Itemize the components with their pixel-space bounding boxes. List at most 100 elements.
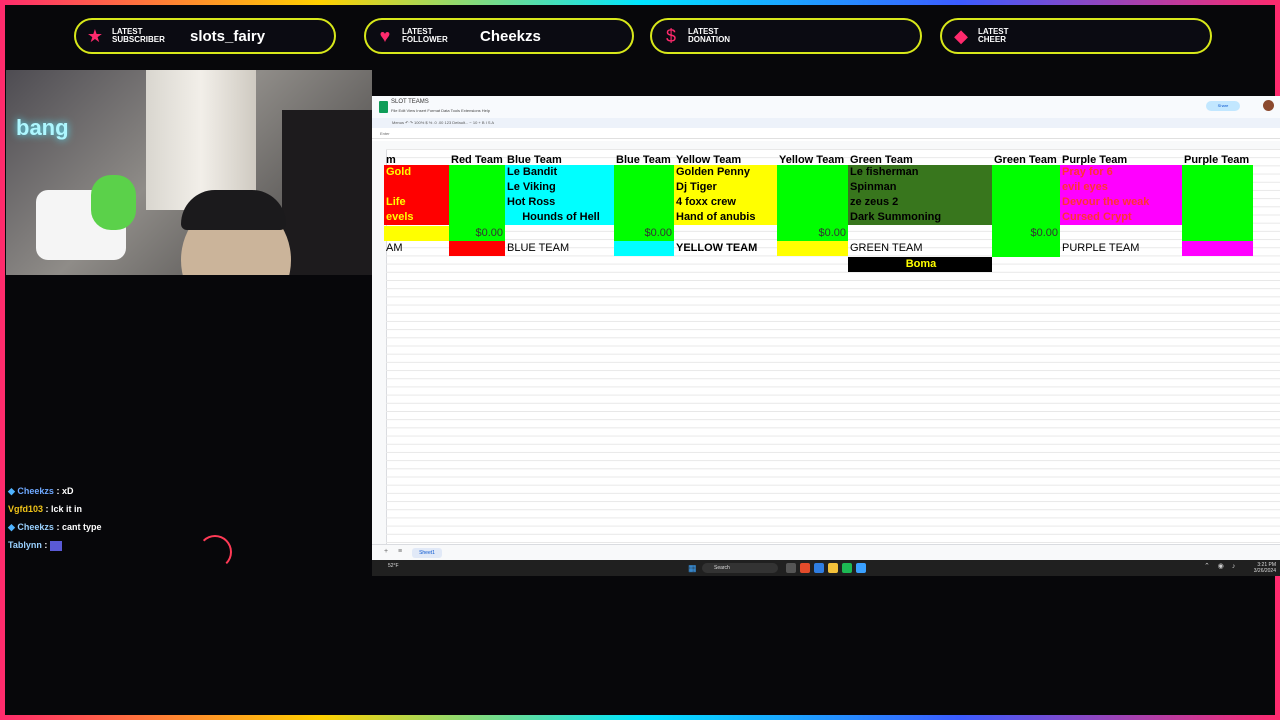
latest-follower-value: Cheekzs	[480, 27, 541, 45]
chat-user: Vgfd103	[8, 504, 44, 514]
all-sheets-icon[interactable]: ≡	[398, 548, 402, 555]
streamer-cap	[181, 190, 286, 230]
chat-user: Cheekzs	[17, 486, 54, 496]
sheet-titlebar: SLOT TEAMS File Edit View Insert Format …	[372, 96, 1280, 118]
amount-cell[interactable]: $0.00	[449, 226, 505, 241]
chat-text: : cant type	[56, 522, 102, 532]
taskbar: 52°F ▦ Search ⌃ ◉ ♪ 3:21 PM 3/26/2024	[372, 560, 1280, 576]
magenta-cell	[1182, 241, 1253, 256]
purple-item[interactable]: evil eyes	[1060, 180, 1182, 195]
team-label[interactable]: YELLOW TEAM	[674, 241, 778, 256]
chat-overlay: ◆ Cheekzs : xD Vgfd103 : lck it in ◆ Che…	[8, 482, 308, 554]
yellow-cell	[384, 226, 449, 241]
toolbar[interactable]: Menus ↶ ↷ 100% $ % .0 .00 123 Default...…	[372, 118, 1280, 128]
webcam-plush	[91, 175, 136, 230]
add-sheet-icon[interactable]: +	[384, 548, 388, 555]
yellow-item[interactable]: 4 foxx crew	[674, 195, 778, 210]
pill-label-line2: SUBSCRIBER	[112, 35, 165, 44]
chrome-icon[interactable]	[800, 563, 810, 573]
team-label[interactable]: BLUE TEAM	[505, 241, 615, 256]
avatar[interactable]	[1263, 100, 1274, 111]
green-item[interactable]: ze zeus 2	[848, 195, 992, 210]
chat-user: Tablynn	[8, 540, 42, 550]
green-item[interactable]: Le fisherman	[848, 165, 992, 180]
taskbar-apps	[786, 563, 866, 573]
blue-item[interactable]: Hot Ross	[505, 195, 615, 210]
amount-cell[interactable]: $0.00	[614, 226, 674, 241]
latest-subscriber-value: slots_fairy	[190, 27, 266, 45]
red-item[interactable]: Gold	[384, 165, 448, 180]
team-label[interactable]: PURPLE TEAM	[1060, 241, 1182, 256]
chat-message: Tablynn :	[8, 536, 308, 554]
diamond-badge-icon: ◆	[8, 522, 18, 532]
red-item[interactable]: evels	[384, 210, 448, 225]
red-cell	[449, 241, 505, 256]
blue-item[interactable]: Le Viking	[505, 180, 615, 195]
latest-subscriber-pill: ★ LATEST SUBSCRIBER slots_fairy	[74, 18, 336, 54]
pill-label-line2: DONATION	[688, 35, 731, 44]
chat-user: Cheekzs	[17, 522, 54, 532]
green-item[interactable]: Spinman	[848, 180, 992, 195]
amount-cell[interactable]: $0.00	[992, 226, 1060, 241]
task-view-icon[interactable]	[786, 563, 796, 573]
webcam-window	[146, 70, 256, 210]
clock-date: 3/26/2024	[1253, 568, 1276, 574]
share-button[interactable]: Share	[1206, 101, 1240, 111]
latest-cheer-pill: ◆ LATEST CHEER	[940, 18, 1212, 54]
purple-item[interactable]: Pray for 6	[1060, 165, 1182, 180]
green-block	[992, 165, 1060, 257]
chat-message: ◆ Cheekzs : cant type	[8, 518, 308, 536]
chat-text: : xD	[56, 486, 74, 496]
neon-sign: bang	[16, 115, 69, 140]
webcam-feed: bang	[6, 70, 372, 275]
emote-icon	[49, 540, 62, 551]
folder-icon[interactable]	[828, 563, 838, 573]
blue-item[interactable]: Hounds of Hell	[505, 210, 615, 225]
chat-text: : lck it in	[45, 504, 83, 514]
purple-item[interactable]: Devour the weak	[1060, 195, 1182, 210]
yellow-cell	[777, 241, 848, 256]
yellow-item[interactable]: Golden Penny	[674, 165, 778, 180]
menu-bar[interactable]: File Edit View Insert Format Data Tools …	[391, 108, 490, 113]
pill-label-line2: CHEER	[978, 35, 1007, 44]
yellow-item[interactable]: Hand of anubis	[674, 210, 778, 225]
windows-start-icon[interactable]: ▦	[688, 563, 698, 573]
spotify-icon[interactable]	[842, 563, 852, 573]
doc-title[interactable]: SLOT TEAMS	[391, 99, 429, 105]
spreadsheet-window: SLOT TEAMS File Edit View Insert Format …	[372, 96, 1280, 561]
latest-follower-pill: ♥ LATEST FOLLOWER Cheekzs	[364, 18, 634, 54]
alert-bar: ★ LATEST SUBSCRIBER slots_fairy ♥ LATEST F…	[0, 0, 1280, 70]
formula-bar[interactable]: Enter	[372, 129, 1280, 139]
cyan-cell	[614, 241, 674, 256]
weather-widget[interactable]: 52°F	[388, 563, 399, 569]
taskbar-search[interactable]: Search	[702, 563, 778, 573]
team-label[interactable]: AM	[384, 241, 448, 256]
pill-label-line2: FOLLOWER	[402, 35, 448, 44]
red-item[interactable]: Life	[384, 195, 448, 210]
loading-spinner-icon	[198, 535, 232, 569]
latest-donation-pill: $ LATEST DONATION	[650, 18, 922, 54]
yellow-item[interactable]: Dj Tiger	[674, 180, 778, 195]
star-icon: ★	[86, 25, 104, 46]
dollar-icon: $	[665, 25, 676, 46]
chat-text: :	[44, 540, 48, 550]
heart-icon: ♥	[379, 25, 391, 46]
highlight-cell[interactable]: Boma	[848, 257, 992, 272]
chat-message: ◆ Cheekzs : xD	[8, 482, 308, 500]
green-item[interactable]: Dark Summoning	[848, 210, 992, 225]
diamond-icon: ◆	[954, 25, 968, 46]
edge-icon[interactable]	[814, 563, 824, 573]
sheet-tabs-bar: + ≡ Sheet1	[372, 544, 1280, 561]
app-icon[interactable]	[856, 563, 866, 573]
purple-item[interactable]: Cursed Crypt	[1060, 210, 1182, 225]
clock[interactable]: 3:21 PM 3/26/2024	[1248, 562, 1276, 574]
team-label[interactable]: GREEN TEAM	[848, 241, 992, 256]
sheets-logo-icon	[379, 101, 388, 113]
diamond-badge-icon: ◆	[8, 486, 18, 496]
green-block	[1182, 165, 1253, 241]
amount-cell[interactable]: $0.00	[777, 226, 848, 241]
blue-item[interactable]: Le Bandit	[505, 165, 615, 180]
webcam-shelf	[282, 110, 372, 275]
system-tray-icons[interactable]: ⌃ ◉ ♪	[1204, 562, 1238, 570]
sheet-tab[interactable]: Sheet1	[412, 548, 442, 558]
